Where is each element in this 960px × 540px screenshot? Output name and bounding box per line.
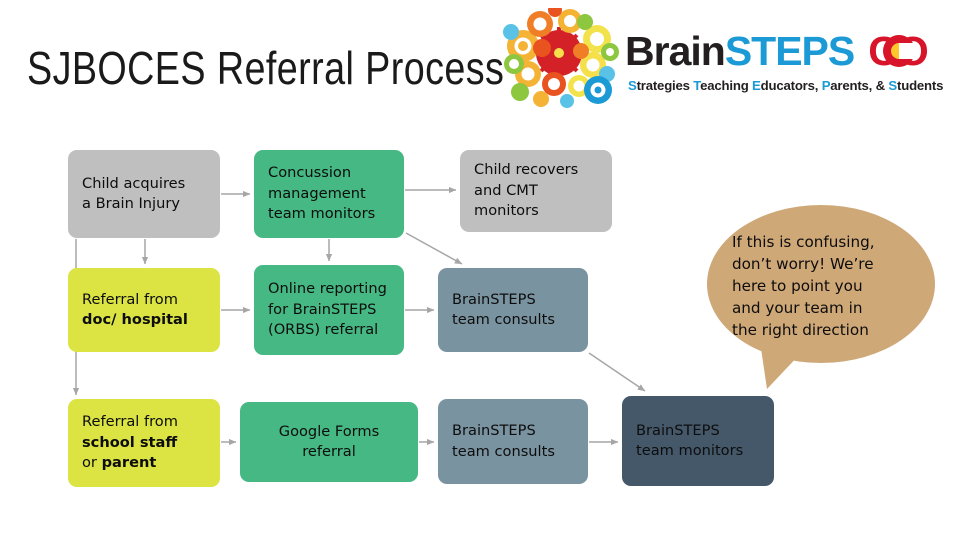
help-speech-bubble: If this is confusing, don’t worry! We’re h… xyxy=(707,205,942,390)
arrow-cmt-to-consults xyxy=(405,232,463,265)
flow-box-label: Online reporting for BrainSTEPS (ORBS) ref… xyxy=(268,280,387,339)
flow-box-online-reporting-orbs-referral[interactable]: Online reporting for BrainSTEPS (ORBS) ref… xyxy=(254,265,404,355)
flow-box-concussion-management-team-monitors[interactable]: Concussion management team monitors xyxy=(254,150,404,238)
colorado-flag-c-icon xyxy=(883,35,916,67)
page-title: SJBOCES Referral Process xyxy=(27,42,505,94)
logo-word-steps: STEPS xyxy=(724,28,855,74)
flow-box-label: Referral from doc/ hospital xyxy=(82,290,188,329)
logo-word-brain: Brain xyxy=(625,28,726,74)
flow-box-label: BrainSTEPS team consults xyxy=(452,290,555,329)
arrow-consults-to-monitors-diagonal xyxy=(588,352,646,392)
flow-box-label: BrainSTEPS team monitors xyxy=(636,421,744,460)
flow-box-google-forms-referral[interactable]: Google Forms referral xyxy=(240,402,418,482)
slide-canvas: SJBOCES Referral Process BrainSTEPS C St… xyxy=(0,0,960,540)
flow-box-brainsteps-team-monitors[interactable]: BrainSTEPS team monitors xyxy=(622,396,774,486)
flow-box-referral-from-doc-hospital[interactable]: Referral from doc/ hospital xyxy=(68,268,220,352)
flow-box-label: BrainSTEPS team consults xyxy=(452,422,555,460)
flow-box-brainsteps-team-consults-row2[interactable]: BrainSTEPS team consults xyxy=(438,268,588,352)
brainsteps-co-logo: BrainSTEPSCO Strategies Teaching Educato… xyxy=(497,6,952,110)
flow-box-referral-from-school-staff-or-parent[interactable]: Referral from school staff or parent xyxy=(68,399,220,487)
flow-box-child-acquires-brain-injury[interactable]: Child acquires a Brain Injury xyxy=(68,150,220,238)
brain-gears-icon xyxy=(503,8,619,108)
flow-box-label: Referral from school staff or parent xyxy=(82,413,178,472)
flow-box-child-recovers-and-cmt-monitors[interactable]: Child recovers and CMT monitors xyxy=(460,150,612,232)
flow-box-label: Child acquires a Brain Injury xyxy=(82,174,186,213)
flow-box-label: Google Forms referral xyxy=(278,422,380,461)
flow-box-label: Concussion management team monitors xyxy=(268,164,376,223)
flow-box-brainsteps-team-consults-row3[interactable]: BrainSTEPS team consults xyxy=(438,399,588,484)
flow-box-label: Child recovers and CMT monitors xyxy=(474,161,579,220)
speech-bubble-text: If this is confusing, don’t worry! We’re h… xyxy=(732,233,875,339)
logo-tagline: Strategies Teaching Educators, Parents, … xyxy=(628,78,944,93)
